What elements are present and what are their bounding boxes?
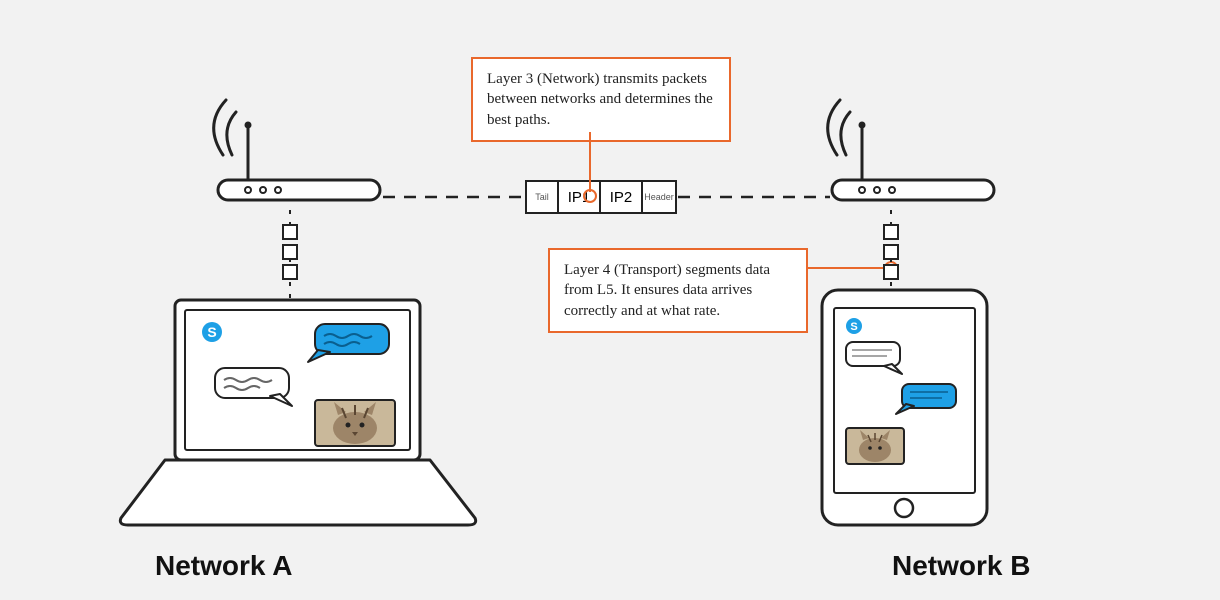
phone: S	[822, 290, 987, 525]
svg-text:S: S	[207, 324, 216, 340]
router-left	[214, 100, 380, 200]
skype-icon: S	[202, 322, 222, 342]
laptop: S	[120, 300, 475, 525]
router-right	[828, 100, 994, 200]
leader-layer3	[584, 132, 596, 202]
diagram-svg: S	[0, 0, 1220, 600]
svg-text:S: S	[850, 321, 857, 333]
data-squares-right	[884, 225, 898, 279]
cat-image	[846, 428, 904, 464]
cat-image	[315, 400, 395, 446]
skype-icon: S	[846, 318, 862, 334]
data-squares-left	[283, 225, 297, 279]
